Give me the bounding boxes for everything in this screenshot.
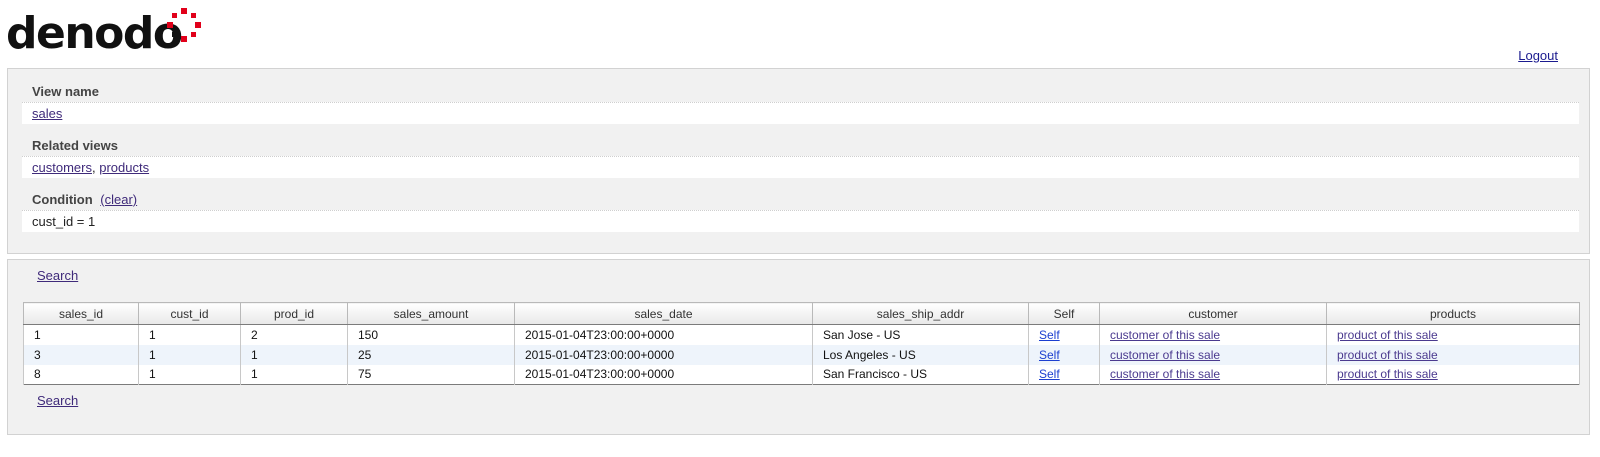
column-header-customer[interactable]: customer (1099, 302, 1327, 325)
product-link[interactable]: product of this sale (1337, 367, 1438, 381)
column-header-sales-ship-addr[interactable]: sales_ship_addr (812, 302, 1029, 325)
cell-customer: customer of this sale (1099, 324, 1327, 345)
cell-products: product of this sale (1326, 364, 1580, 385)
page-header: denodo Logout (0, 0, 1600, 64)
related-views-label: Related views (32, 138, 118, 153)
cell-sales-ship-addr: San Francisco - US (812, 364, 1029, 385)
customer-link[interactable]: customer of this sale (1110, 328, 1220, 342)
cell-sales-ship-addr: Los Angeles - US (812, 344, 1029, 365)
cell-sales-date: 2015-01-04T23:00:00+0000 (514, 324, 813, 345)
cell-customer: customer of this sale (1099, 364, 1327, 385)
results-panel: Search sales_id cust_id prod_id sales_am… (7, 259, 1590, 435)
condition-label: Condition (32, 192, 93, 207)
cell-cust-id: 1 (138, 324, 241, 345)
self-link[interactable]: Self (1039, 367, 1060, 381)
cell-products: product of this sale (1326, 344, 1580, 365)
cell-customer: customer of this sale (1099, 344, 1327, 365)
cell-sales-id: 3 (23, 344, 139, 365)
table-header-row: sales_id cust_id prod_id sales_amount sa… (23, 302, 1580, 325)
cell-prod-id: 2 (240, 324, 348, 345)
cell-sales-id: 8 (23, 364, 139, 385)
customer-link[interactable]: customer of this sale (1110, 348, 1220, 362)
cell-sales-amount: 25 (347, 344, 515, 365)
search-link-bottom[interactable]: Search (37, 393, 78, 408)
view-name-label: View name (32, 84, 99, 99)
self-link[interactable]: Self (1039, 328, 1060, 342)
related-views-separator: , (91, 160, 96, 175)
column-header-cust-id[interactable]: cust_id (138, 302, 241, 325)
cell-sales-id: 1 (23, 324, 139, 345)
cell-sales-amount: 150 (347, 324, 515, 345)
product-link[interactable]: product of this sale (1337, 348, 1438, 362)
view-name-link[interactable]: sales (32, 106, 62, 121)
cell-sales-ship-addr: San Jose - US (812, 324, 1029, 345)
logout-link[interactable]: Logout (1518, 48, 1558, 63)
customer-link[interactable]: customer of this sale (1110, 367, 1220, 381)
column-header-products[interactable]: products (1326, 302, 1580, 325)
column-header-sales-id[interactable]: sales_id (23, 302, 139, 325)
self-link[interactable]: Self (1039, 348, 1060, 362)
cell-products: product of this sale (1326, 324, 1580, 345)
cell-self: Self (1028, 344, 1100, 365)
cell-cust-id: 1 (138, 364, 241, 385)
table-row: 1 1 2 150 2015-01-04T23:00:00+0000 San J… (23, 324, 1580, 345)
view-name-value-row: sales (22, 102, 1579, 124)
logo-dots-icon (167, 8, 201, 42)
cell-self: Self (1028, 364, 1100, 385)
column-header-prod-id[interactable]: prod_id (240, 302, 348, 325)
cell-self: Self (1028, 324, 1100, 345)
denodo-logo: denodo (6, 6, 206, 58)
cell-sales-date: 2015-01-04T23:00:00+0000 (514, 344, 813, 365)
related-views-row: customers, products (22, 156, 1579, 178)
view-info-panel: View name sales Related views customers,… (7, 68, 1590, 254)
table-row: 8 1 1 75 2015-01-04T23:00:00+0000 San Fr… (23, 364, 1580, 385)
table-row: 3 1 1 25 2015-01-04T23:00:00+0000 Los An… (23, 344, 1580, 365)
column-header-sales-date[interactable]: sales_date (514, 302, 813, 325)
cell-prod-id: 1 (240, 364, 348, 385)
column-header-sales-amount[interactable]: sales_amount (347, 302, 515, 325)
condition-clear-link[interactable]: (clear) (100, 192, 137, 207)
logo-wordmark: denodo (6, 8, 183, 59)
cell-sales-amount: 75 (347, 364, 515, 385)
cell-sales-date: 2015-01-04T23:00:00+0000 (514, 364, 813, 385)
cell-cust-id: 1 (138, 344, 241, 365)
cell-prod-id: 1 (240, 344, 348, 365)
product-link[interactable]: product of this sale (1337, 328, 1438, 342)
search-link-top[interactable]: Search (37, 268, 78, 283)
condition-value-row: cust_id = 1 (22, 210, 1579, 232)
related-view-customers-link[interactable]: customers (32, 160, 92, 175)
column-header-self[interactable]: Self (1028, 302, 1100, 325)
condition-value: cust_id = 1 (32, 214, 96, 229)
condition-heading: Condition (clear) (32, 192, 137, 207)
results-table: sales_id cust_id prod_id sales_amount sa… (23, 302, 1580, 385)
related-view-products-link[interactable]: products (99, 160, 149, 175)
